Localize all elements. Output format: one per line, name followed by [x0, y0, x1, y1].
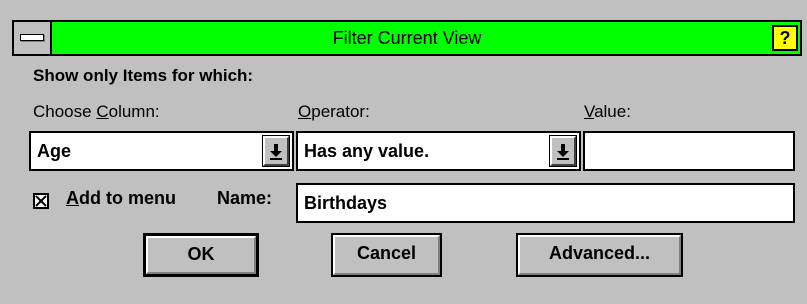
filter-dialog: Filter Current View ? Show only Items fo…: [0, 0, 807, 304]
name-input[interactable]: Birthdays: [296, 183, 795, 223]
column-select-value: Age: [37, 141, 72, 161]
column-label-suffix: olumn:: [108, 102, 160, 121]
operator-dropdown-button[interactable]: [549, 135, 577, 167]
value-label: Value:: [584, 102, 631, 122]
add-to-menu-label[interactable]: Add to menu: [66, 188, 176, 209]
window-title: Filter Current View: [332, 28, 482, 48]
value-label-suffix: alue:: [594, 102, 631, 121]
operator-select[interactable]: Has any value.: [296, 131, 581, 171]
dropdown-arrow-icon: [557, 144, 569, 160]
operator-select-value: Has any value.: [304, 141, 430, 161]
operator-label-suffix: perator:: [311, 102, 370, 121]
ok-button[interactable]: OK: [143, 233, 259, 277]
help-button[interactable]: ?: [772, 25, 798, 51]
value-label-accelerator: V: [584, 102, 595, 121]
column-dropdown-button[interactable]: [262, 135, 290, 167]
column-label-prefix: Choose: [33, 102, 97, 121]
cancel-button[interactable]: Cancel: [331, 233, 442, 277]
operator-label-accelerator: O: [298, 102, 312, 121]
system-menu-icon: [20, 34, 44, 41]
column-label-accelerator: C: [96, 102, 109, 121]
advanced-button-label: Advanced...: [548, 243, 651, 263]
advanced-button[interactable]: Advanced...: [516, 233, 683, 277]
filter-heading: Show only Items for which:: [33, 66, 254, 85]
cancel-button-label: Cancel: [356, 243, 417, 263]
add-to-menu-checkbox[interactable]: [33, 193, 49, 209]
ok-button-label: OK: [187, 244, 215, 264]
column-label: Choose Column:: [33, 102, 160, 122]
dropdown-arrow-icon: [270, 144, 282, 160]
add-to-menu-label-suffix: dd to menu: [79, 188, 176, 208]
checkmark-x-icon: [35, 195, 47, 207]
title-bar: Filter Current View ?: [12, 20, 802, 56]
name-label: Name:: [217, 188, 273, 208]
value-input[interactable]: [583, 131, 795, 171]
system-menu-button[interactable]: [14, 22, 52, 54]
column-select[interactable]: Age: [29, 131, 294, 171]
add-to-menu-accelerator: A: [66, 188, 79, 208]
operator-label: Operator:: [298, 102, 370, 122]
